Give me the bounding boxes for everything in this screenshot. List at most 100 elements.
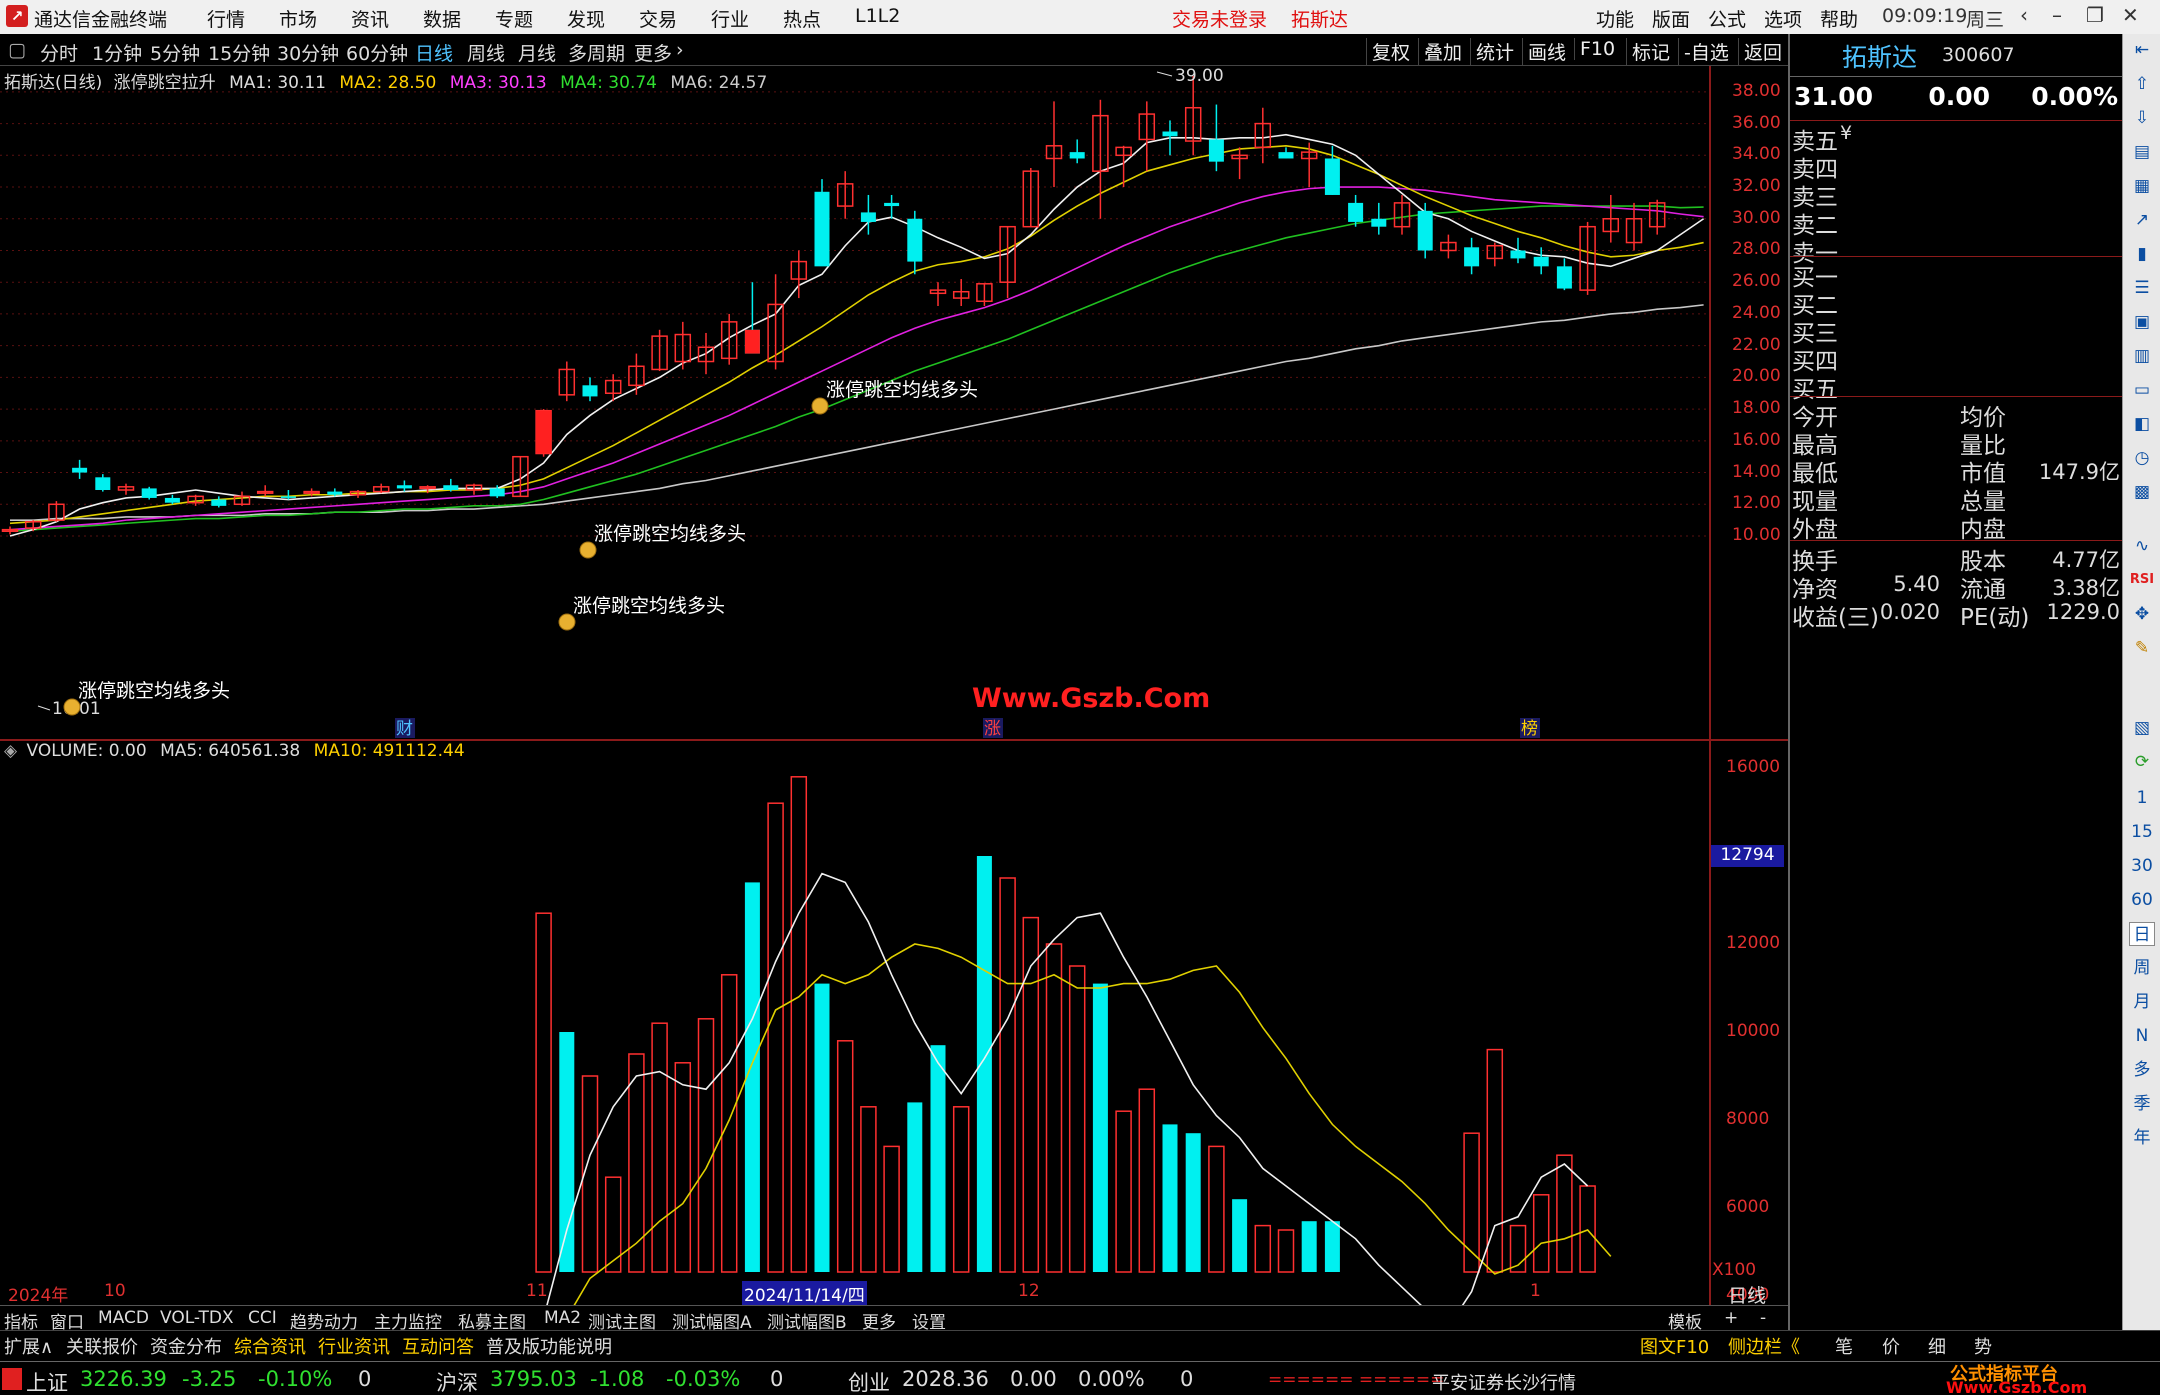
tab-sidebar[interactable]: 侧边栏《	[1728, 1333, 1800, 1359]
tool-f10[interactable]: F10	[1574, 38, 1620, 60]
period-60min[interactable]: 60分钟	[346, 39, 408, 66]
ma3-line	[9, 186, 1704, 531]
kline-chart[interactable]: 39.0010.01涨停跳空均线多头涨停跳空均线多头涨停跳空均线多头涨停跳空均线…	[0, 66, 1788, 1305]
restore-icon[interactable]: ❐	[2086, 3, 2104, 27]
tool-huaxian[interactable]: 画线	[1522, 38, 1571, 65]
rsi-icon[interactable]: RSI	[2129, 568, 2155, 592]
login-status[interactable]: 交易未登录	[1172, 5, 1267, 32]
minimize-icon[interactable]: –	[2052, 3, 2062, 27]
period-more[interactable]: 更多	[634, 39, 672, 66]
signal-label: 涨停跳空均线多头	[826, 379, 978, 401]
vtool-week[interactable]: 周	[2129, 956, 2155, 980]
menu-gongneng[interactable]: 功能	[1596, 5, 1634, 32]
f2-icon[interactable]: ◧	[2129, 412, 2155, 436]
toolbar-toggle-icon[interactable]: ▢	[8, 39, 26, 61]
tab-hudong[interactable]: 互动问答	[402, 1333, 474, 1359]
vtool-day[interactable]: 日	[2129, 922, 2155, 946]
period-30min[interactable]: 30分钟	[277, 39, 339, 66]
menu-bangzhu[interactable]: 帮助	[1820, 5, 1858, 32]
close-icon[interactable]: ✕	[2122, 3, 2139, 27]
period-week[interactable]: 周线	[467, 39, 505, 66]
menu-zixun[interactable]: 资讯	[351, 5, 389, 32]
tool-fanhui[interactable]: 返回	[1738, 38, 1787, 65]
doc-icon[interactable]: ▭	[2129, 378, 2155, 402]
menu-zhuanti[interactable]: 专题	[495, 5, 533, 32]
volume-tick-label: 10000	[1726, 1021, 1781, 1041]
chevron-right-icon[interactable]: ›	[676, 39, 684, 61]
vtool-15[interactable]: 15	[2129, 820, 2155, 844]
table-icon[interactable]: ▦	[2129, 174, 2155, 198]
trend-icon[interactable]: ↗	[2129, 208, 2155, 232]
vtool-year[interactable]: 年	[2129, 1126, 2155, 1150]
menu-faxian[interactable]: 发现	[567, 5, 605, 32]
vtool-season[interactable]: 季	[2129, 1092, 2155, 1116]
period-1min[interactable]: 1分钟	[92, 39, 142, 66]
vtool-30[interactable]: 30	[2129, 854, 2155, 878]
vtool-n[interactable]: N	[2129, 1024, 2155, 1048]
period-fenshi[interactable]: 分时	[40, 39, 78, 66]
menu-banmian[interactable]: 版面	[1652, 5, 1690, 32]
tool-diejia[interactable]: 叠加	[1418, 38, 1467, 65]
menu-gongshi[interactable]: 公式	[1708, 5, 1746, 32]
tab-vol-tdx[interactable]: VOL-TDX	[160, 1308, 234, 1328]
menu-shichang[interactable]: 市场	[279, 5, 317, 32]
tab-guanlian[interactable]: 关联报价	[66, 1333, 138, 1359]
remove-window-button[interactable]: -	[1760, 1308, 1766, 1328]
menu-redian[interactable]: 热点	[783, 5, 821, 32]
sh-index-name[interactable]: 上证	[26, 1367, 68, 1395]
clock-icon[interactable]: ◷	[2129, 446, 2155, 470]
grid-icon[interactable]: ▥	[2129, 344, 2155, 368]
period-5min[interactable]: 5分钟	[150, 39, 200, 66]
menu-jiaoyi[interactable]: 交易	[639, 5, 677, 32]
f10-icon[interactable]: ▣	[2129, 310, 2155, 334]
kline-icon[interactable]: ▮	[2129, 242, 2155, 266]
tab-bi[interactable]: 笔	[1835, 1333, 1853, 1359]
back-icon[interactable]: ‹	[2020, 3, 2028, 27]
tool-biaoji[interactable]: 标记	[1626, 38, 1675, 65]
tab-xi[interactable]: 细	[1928, 1333, 1946, 1359]
cy-index-name[interactable]: 创业	[848, 1367, 890, 1395]
tab-f10-text[interactable]: 图文F10	[1640, 1333, 1709, 1359]
add-window-button[interactable]: +	[1724, 1308, 1738, 1328]
menu-l1l2[interactable]: L1L2	[855, 5, 900, 27]
period-15min[interactable]: 15分钟	[208, 39, 270, 66]
tool-tongji[interactable]: 统计	[1470, 38, 1519, 65]
vtool-1[interactable]: 1	[2129, 786, 2155, 810]
tab-jia[interactable]: 价	[1882, 1333, 1900, 1359]
tab-kuozhan[interactable]: 扩展∧	[4, 1333, 53, 1359]
tab-macd[interactable]: MACD	[98, 1308, 149, 1328]
vtool-multi[interactable]: 多	[2129, 1058, 2155, 1082]
pen-icon[interactable]: ✎	[2129, 636, 2155, 660]
refresh-icon[interactable]: ⟳	[2129, 750, 2155, 774]
menu-xuanxiang[interactable]: 选项	[1764, 5, 1802, 32]
move-icon[interactable]: ✥	[2129, 602, 2155, 626]
vtool-60[interactable]: 60	[2129, 888, 2155, 912]
tab-hangye-zixun[interactable]: 行业资讯	[318, 1333, 390, 1359]
fs-icon[interactable]: ▧	[2129, 716, 2155, 740]
tab-shi[interactable]: 势	[1974, 1333, 1992, 1359]
vtool-month[interactable]: 月	[2129, 990, 2155, 1014]
tool-zixuan[interactable]: -自选	[1678, 38, 1734, 65]
tab-puji[interactable]: 普及版功能说明	[486, 1333, 612, 1359]
period-multi[interactable]: 多周期	[568, 39, 625, 66]
down-icon[interactable]: ⇩	[2129, 106, 2155, 130]
menu-hangqing[interactable]: 行情	[207, 5, 245, 32]
hs-index-name[interactable]: 沪深	[436, 1367, 478, 1395]
collapse-panel-icon[interactable]: ⇤	[2129, 38, 2155, 62]
tab-cci[interactable]: CCI	[248, 1308, 277, 1328]
up-icon[interactable]: ⇧	[2129, 72, 2155, 96]
tool-fuquan[interactable]: 复权	[1366, 38, 1415, 65]
period-month[interactable]: 月线	[518, 39, 556, 66]
menu-hangye[interactable]: 行业	[711, 5, 749, 32]
menu-shuju[interactable]: 数据	[423, 5, 461, 32]
tab-zonghe[interactable]: 综合资讯	[234, 1333, 306, 1359]
period-day[interactable]: 日线	[415, 39, 453, 66]
chart-small-icon[interactable]: ▤	[2129, 140, 2155, 164]
bars-icon[interactable]: ▩	[2129, 480, 2155, 504]
cy-index-change: 0.00	[1010, 1367, 1057, 1391]
broker-name[interactable]: 平安证券长沙行情	[1432, 1369, 1576, 1395]
list-icon[interactable]: ☰	[2129, 276, 2155, 300]
wave-icon[interactable]: ∿	[2129, 534, 2155, 558]
tab-ma2[interactable]: MA2	[544, 1308, 581, 1328]
tab-zijin[interactable]: 资金分布	[150, 1333, 222, 1359]
